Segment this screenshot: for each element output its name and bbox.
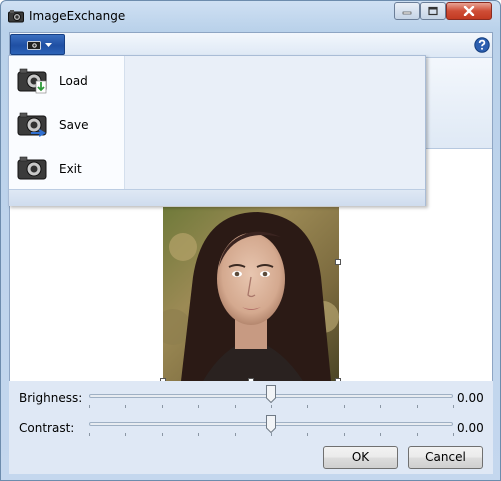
slider-tick	[89, 433, 90, 436]
menu-footer	[9, 189, 425, 206]
application-menu-button[interactable]	[10, 34, 65, 55]
slider-tick	[125, 433, 126, 436]
camera-icon	[8, 10, 24, 23]
slider-tick	[417, 433, 418, 436]
slider-tick	[198, 433, 199, 436]
app-window: ImageExchange Brighness: 0.00 Contrast: …	[0, 0, 501, 481]
menu-item-list: Load Save Exit	[9, 56, 125, 189]
slider-tick	[307, 405, 308, 408]
minimize-button[interactable]	[394, 2, 420, 20]
slider-tick	[198, 405, 199, 408]
menu-item-label: Save	[59, 118, 89, 132]
minimize-icon	[402, 11, 412, 15]
slider-tick	[453, 433, 454, 436]
contrast-label: Contrast:	[19, 421, 75, 435]
menu-item-exit[interactable]: Exit	[9, 146, 124, 190]
camera-load-icon	[17, 68, 47, 94]
slider-tick	[162, 405, 163, 408]
slider-tick	[235, 433, 236, 436]
recent-items-pane	[125, 56, 425, 189]
camera-save-icon	[17, 112, 47, 137]
slider-tick	[307, 433, 308, 436]
cancel-button[interactable]: Cancel	[408, 446, 483, 469]
portrait-image	[163, 207, 339, 381]
slider-tick	[344, 433, 345, 436]
slider-tick	[271, 433, 272, 436]
contrast-slider-thumb[interactable]	[266, 415, 276, 433]
window-title: ImageExchange	[29, 9, 126, 23]
maximize-button[interactable]	[420, 2, 446, 20]
close-icon	[463, 6, 475, 16]
ok-button[interactable]: OK	[323, 446, 398, 469]
slider-tick	[417, 405, 418, 408]
close-button[interactable]	[446, 2, 492, 20]
camera-icon	[27, 41, 41, 50]
adjustment-panel: Brighness: 0.00 Contrast: 0.00 OK Cancel	[9, 381, 493, 474]
maximize-icon	[428, 6, 438, 16]
camera-icon	[17, 156, 47, 180]
slider-tick	[344, 405, 345, 408]
title-bar[interactable]: ImageExchange	[1, 1, 500, 31]
slider-tick	[125, 405, 126, 408]
brightness-slider-thumb[interactable]	[266, 385, 276, 403]
brightness-label: Brighness:	[19, 391, 83, 405]
contrast-value: 0.00	[457, 421, 484, 435]
slider-tick	[380, 405, 381, 408]
slider-tick	[271, 405, 272, 408]
application-menu: Load Save Exit	[8, 55, 426, 206]
menu-item-load[interactable]: Load	[9, 58, 124, 102]
resize-handle[interactable]	[335, 259, 341, 265]
photo-image[interactable]	[163, 207, 339, 381]
slider-tick	[162, 433, 163, 436]
menu-item-label: Exit	[59, 162, 82, 176]
chevron-down-icon	[45, 43, 52, 47]
brightness-value: 0.00	[457, 391, 484, 405]
slider-tick	[453, 405, 454, 408]
slider-tick	[380, 433, 381, 436]
menu-item-save[interactable]: Save	[9, 102, 124, 146]
slider-tick	[89, 405, 90, 408]
slider-tick	[235, 405, 236, 408]
help-icon[interactable]	[474, 37, 490, 53]
menu-item-label: Load	[59, 74, 88, 88]
